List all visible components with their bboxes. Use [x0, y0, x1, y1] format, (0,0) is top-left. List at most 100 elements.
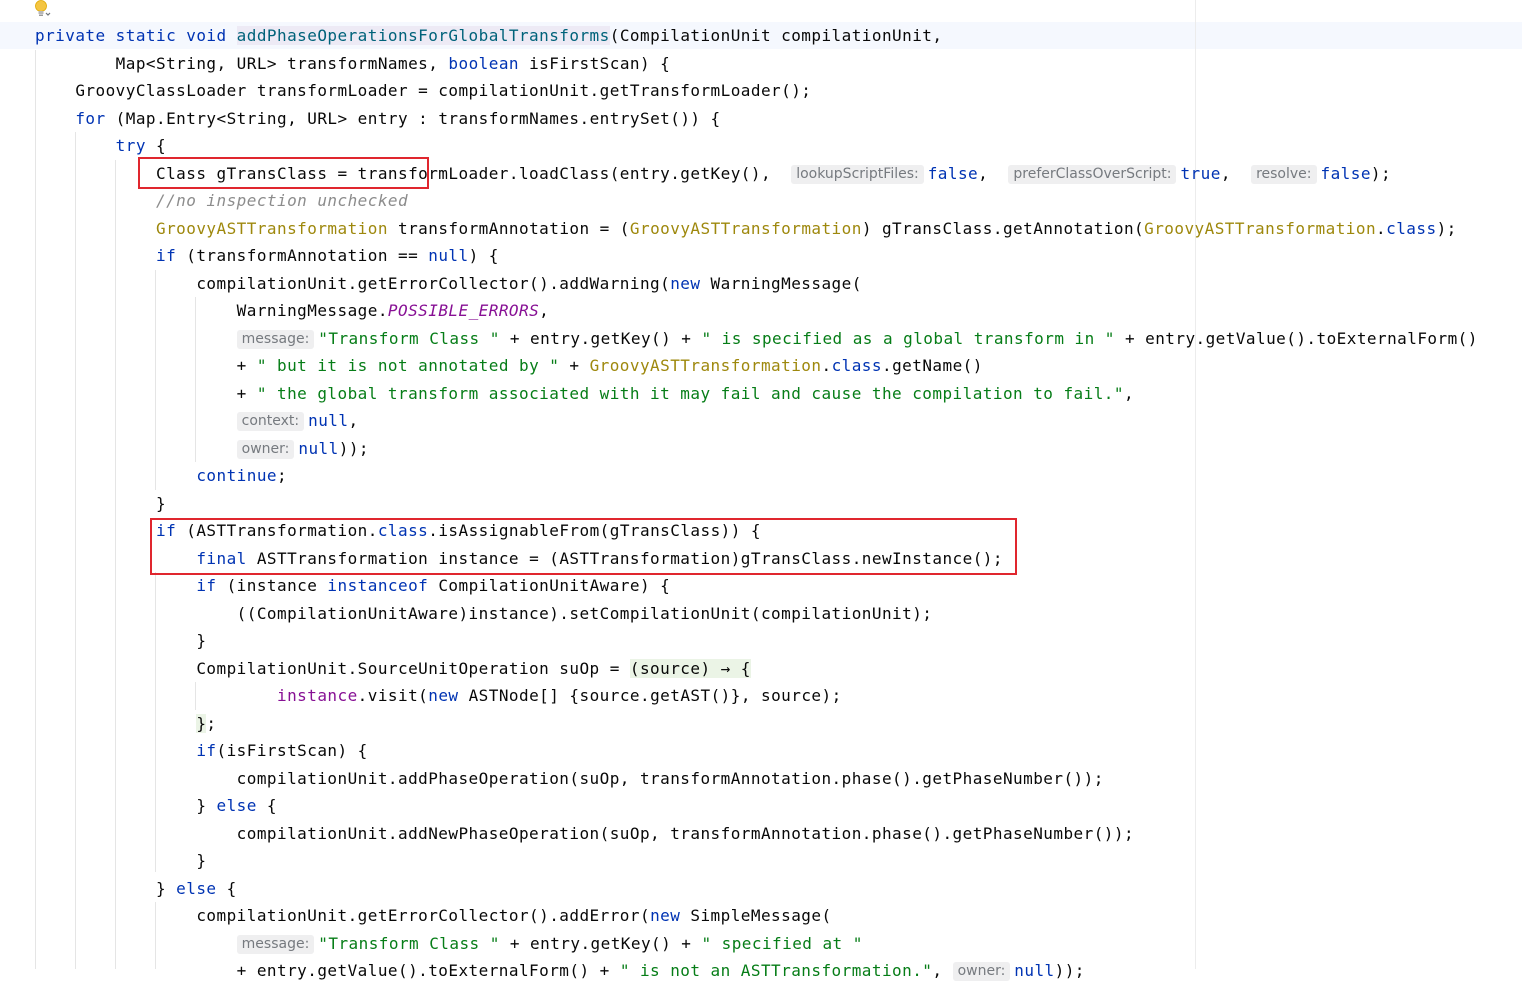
- code-token: + entry.getValue().toExternalForm() +: [35, 961, 620, 980]
- code-line[interactable]: CompilationUnit.SourceUnitOperation suOp…: [35, 655, 751, 682]
- code-line[interactable]: WarningMessage.POSSIBLE_ERRORS,: [35, 297, 549, 324]
- code-token: CompilationUnit.SourceUnitOperation suOp…: [35, 658, 630, 678]
- code-token: compilationUnit.addNewPhaseOperation(suO…: [35, 823, 1135, 843]
- parameter-hint: owner:: [952, 962, 1011, 981]
- code-line[interactable]: try {: [35, 132, 166, 159]
- code-token-kw: false: [1320, 163, 1371, 183]
- parameter-hint: owner:: [236, 439, 295, 459]
- code-token: .getName(): [881, 356, 983, 375]
- code-token: (isFirstScan) {: [216, 741, 368, 760]
- code-token-decl-hl: addPhaseOperationsForGlobalTransforms: [236, 26, 610, 45]
- code-line[interactable]: + entry.getValue().toExternalForm() + " …: [35, 957, 1085, 984]
- code-token: ));: [1054, 961, 1085, 980]
- code-token-kw: else: [216, 796, 257, 815]
- code-token: +: [35, 356, 257, 375]
- code-line[interactable]: context: null,: [35, 407, 359, 434]
- code-token: ,: [1123, 383, 1135, 403]
- code-line[interactable]: }: [35, 847, 206, 874]
- code-line[interactable]: if (instance instanceof CompilationUnitA…: [35, 572, 670, 599]
- code-token-str: "Transform Class ": [318, 933, 500, 953]
- code-line[interactable]: GroovyASTTransformation transformAnnotat…: [35, 215, 1457, 242]
- parameter-hint: lookupScriptFiles:: [791, 164, 924, 184]
- code-token-str: " is not an ASTTransformation.": [619, 961, 933, 980]
- code-token: }: [35, 631, 207, 650]
- code-line[interactable]: compilationUnit.getErrorCollector().addW…: [35, 270, 862, 297]
- code-token-kw: boolean: [448, 53, 519, 73]
- code-token: );: [1370, 163, 1392, 183]
- code-token: ;: [206, 713, 217, 733]
- code-token: }: [35, 493, 167, 513]
- code-token: compilationUnit.getErrorCollector().addW…: [35, 273, 671, 293]
- code-token: Map<String, URL> transformNames,: [35, 53, 449, 73]
- code-token-lambda: (source) → {: [629, 658, 751, 678]
- code-token-kw: false: [927, 163, 979, 183]
- code-line[interactable]: compilationUnit.getErrorCollector().addE…: [35, 902, 832, 929]
- code-token: {: [216, 878, 237, 898]
- code-line[interactable]: if(isFirstScan) {: [35, 737, 368, 764]
- code-token: );: [1436, 218, 1457, 238]
- code-token-kw: for: [75, 108, 106, 128]
- code-line[interactable]: compilationUnit.addPhaseOperation(suOp, …: [35, 765, 1104, 792]
- code-line[interactable]: private static void addPhaseOperationsFo…: [35, 22, 942, 49]
- code-token-kw: new: [650, 906, 681, 925]
- code-token-kw: instanceof: [327, 576, 429, 595]
- code-line[interactable]: }: [35, 627, 206, 654]
- code-token-str: " the global transform associated with i…: [256, 383, 1124, 403]
- code-line[interactable]: + " but it is not annotated by " + Groov…: [35, 352, 983, 379]
- code-token-str: " specified at ": [701, 933, 863, 953]
- highlight-box-loadclass: [138, 157, 429, 189]
- code-token: SimpleMessage(: [680, 906, 832, 925]
- code-token-kw: new: [428, 686, 459, 705]
- code-token: }: [35, 796, 217, 815]
- code-token: + entry.getKey() +: [499, 933, 702, 953]
- code-line[interactable]: for (Map.Entry<String, URL> entry : tran…: [35, 105, 721, 132]
- code-token: + entry.getValue().toExternalForm(): [1114, 328, 1478, 348]
- code-line[interactable]: };: [35, 710, 217, 737]
- code-line[interactable]: }: [35, 490, 166, 517]
- code-token: {: [145, 136, 167, 155]
- code-token: ((CompilationUnitAware)instance).setComp…: [35, 603, 933, 623]
- code-line[interactable]: if (transformAnnotation == null) {: [35, 242, 499, 269]
- code-token-ann: GroovyASTTransformation: [589, 356, 822, 375]
- code-token-lambda: }: [196, 713, 207, 733]
- code-line[interactable]: } else {: [35, 875, 237, 902]
- code-line[interactable]: ((CompilationUnitAware)instance).setComp…: [35, 600, 932, 627]
- code-token: compilationUnit.getErrorCollector().addE…: [35, 906, 651, 925]
- code-token-kw: true: [1180, 163, 1221, 183]
- code-line[interactable]: instance.visit(new ASTNode[] {source.get…: [35, 682, 842, 709]
- code-token: ));: [338, 438, 369, 458]
- code-token: (Map.Entry<String, URL> entry : transfor…: [105, 108, 721, 128]
- code-line[interactable]: } else {: [35, 792, 277, 819]
- code-token: ,: [348, 411, 359, 430]
- code-token-cmt: //no inspection unchecked: [156, 191, 409, 210]
- code-token-kw: null: [428, 246, 469, 265]
- code-line[interactable]: Map<String, URL> transformNames, boolean…: [35, 50, 670, 77]
- code-token-kw: new: [670, 273, 701, 293]
- code-line[interactable]: GroovyClassLoader transformLoader = comp…: [35, 77, 811, 104]
- code-line[interactable]: owner: null));: [35, 435, 369, 462]
- code-line[interactable]: message: "Transform Class " + entry.getKe…: [35, 930, 863, 957]
- code-token-kw: null: [1014, 961, 1055, 980]
- code-token: ;: [277, 466, 288, 485]
- code-token-kw: null: [298, 438, 339, 458]
- code-line[interactable]: + " the global transform associated with…: [35, 380, 1134, 407]
- code-line[interactable]: message: "Transform Class " + entry.getKe…: [35, 325, 1478, 352]
- code-token-ann: GroovyASTTransformation: [629, 218, 862, 238]
- code-line[interactable]: compilationUnit.addNewPhaseOperation(suO…: [35, 820, 1134, 847]
- code-line[interactable]: //no inspection unchecked: [35, 187, 408, 214]
- code-token: WarningMessage(: [700, 273, 862, 293]
- intention-bulb-icon[interactable]: [33, 0, 51, 20]
- parameter-hint: message:: [236, 934, 315, 954]
- code-token: (instance: [216, 576, 328, 595]
- code-token: {: [256, 796, 278, 815]
- code-line[interactable]: continue;: [35, 462, 287, 489]
